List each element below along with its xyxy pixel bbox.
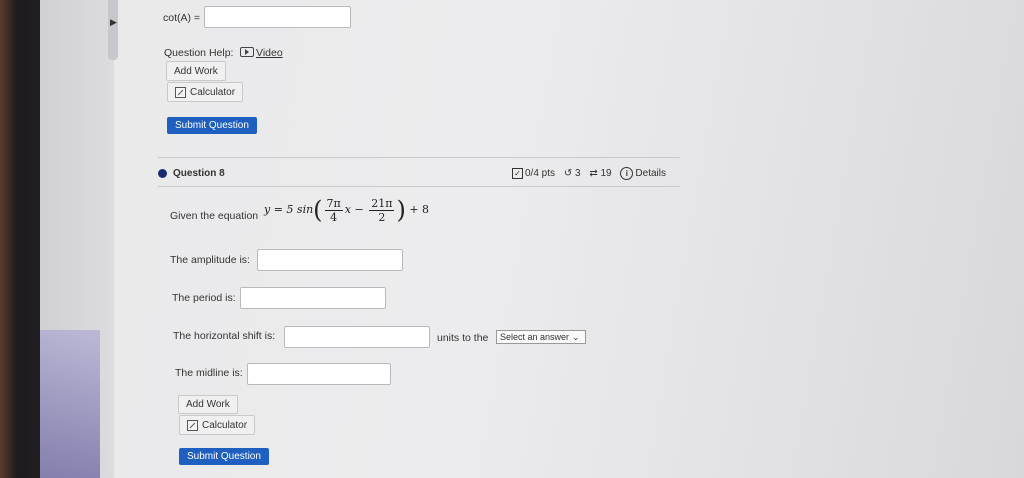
video-link[interactable]: Video — [240, 46, 283, 59]
calculator-icon — [187, 419, 198, 431]
calculator-button[interactable]: Calculator — [179, 415, 256, 435]
midline-label: The midline is: — [175, 367, 243, 379]
retry-icon: ↺ — [563, 168, 573, 179]
submit-question-button-prev[interactable]: Submit Question — [167, 117, 257, 134]
cot-label: cot(A) = — [163, 12, 201, 24]
points-text: 0/4 pts — [525, 168, 556, 179]
horizontal-shift-label: The horizontal shift is: — [173, 330, 276, 342]
amplitude-input[interactable] — [257, 249, 403, 271]
info-icon[interactable]: i — [620, 167, 634, 180]
screen-glare — [40, 330, 100, 478]
midline-input[interactable] — [247, 363, 391, 385]
equation: y = 5 sin(7π 4 x − 21π 2) + 8 — [264, 196, 430, 224]
attempts-icon: ⇄ — [589, 168, 598, 179]
amplitude-label: The amplitude is: — [170, 254, 250, 266]
retries-count: 3 — [574, 168, 581, 179]
cot-answer-input[interactable] — [204, 6, 351, 28]
checkbox-icon: ✓ — [512, 168, 523, 179]
attempts-count: 19 — [600, 168, 612, 179]
question-title: Question 8 — [173, 168, 225, 179]
chevron-right-icon[interactable]: ▶ — [110, 17, 117, 28]
sidebar-toggle-handle[interactable] — [108, 0, 118, 60]
add-work-button[interactable]: Add Work — [178, 395, 238, 414]
fraction-2: 21π 2 — [369, 196, 395, 224]
shift-units-label: units to the — [437, 332, 489, 344]
video-icon — [240, 47, 254, 57]
fraction-1: 7π 4 — [324, 196, 343, 224]
question-help-label: Question Help: — [164, 47, 234, 59]
section-divider-header — [158, 186, 680, 187]
period-label: The period is: — [172, 292, 236, 304]
paren-open: ( — [313, 196, 323, 224]
question-meta: ✓ 0/4 pts ↺ 3 ⇄ 19 i Details — [512, 167, 666, 180]
chevron-down-icon: ⌄ — [572, 331, 580, 342]
section-divider-top — [158, 157, 680, 158]
add-work-button-prev[interactable]: Add Work — [166, 61, 226, 81]
direction-select[interactable]: Select an answer ⌄ — [496, 330, 586, 344]
question-status-dot — [158, 169, 167, 178]
prompt-prefix: Given the equation — [170, 210, 259, 222]
paren-close: ) — [396, 196, 406, 224]
details-link[interactable]: Details — [635, 168, 666, 179]
calculator-button-prev[interactable]: Calculator — [167, 82, 244, 102]
equation-lhs: y = 5 sin — [264, 203, 314, 216]
period-input[interactable] — [240, 287, 386, 309]
calculator-icon — [175, 86, 186, 98]
horizontal-shift-input[interactable] — [284, 326, 430, 348]
submit-question-button[interactable]: Submit Question — [179, 448, 269, 465]
